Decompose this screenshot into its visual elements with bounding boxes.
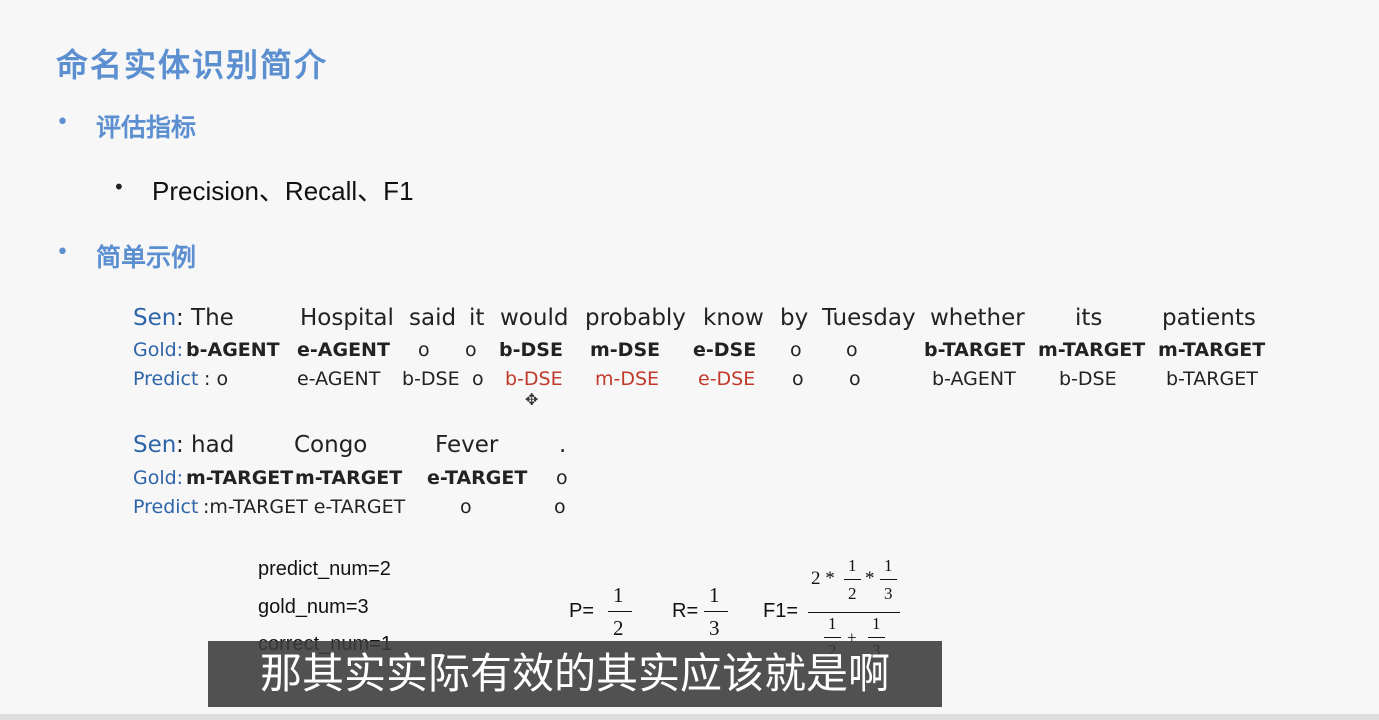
gold-tag: m-DSE [590, 339, 661, 361]
gold-tag: b-AGENT [186, 339, 280, 361]
predict-tag-match: m-DSE [595, 368, 660, 390]
precision-label: P= [569, 600, 595, 622]
sen-word: Fever [435, 432, 499, 458]
precision-fraction-bar [608, 611, 632, 612]
sen-label: Sen [133, 305, 177, 331]
sen-word: probably [585, 305, 686, 331]
gold-tag: o [418, 339, 430, 361]
predict-tag: : o [204, 368, 229, 390]
bullet-simple-example: 简单示例 [96, 243, 197, 272]
f1-top-mid: * [865, 568, 875, 589]
gold-label: Gold: [133, 467, 184, 489]
gold-tag: m-TARGET [295, 467, 403, 489]
predict-label: Predict [133, 368, 199, 390]
predict-tag: b-DSE [402, 368, 460, 390]
gold-tag: e-AGENT [297, 339, 390, 361]
slide: 命名实体识别简介 • 评估指标 • Precision、Recall、F1 • … [0, 0, 1379, 720]
predict-tag: b-AGENT [932, 368, 1016, 390]
f1-bot-b-bar [868, 637, 885, 638]
gold-num: gold_num=3 [258, 596, 369, 618]
mouse-cursor-icon: ✥ [525, 390, 539, 409]
sen-word: whether [930, 305, 1025, 331]
predict-tag: o [554, 496, 566, 518]
sen-word: : had [176, 432, 235, 458]
sen-word: Congo [294, 432, 368, 458]
sen-word: would [500, 305, 569, 331]
predict-tag-match: e-DSE [698, 368, 756, 390]
gold-tag: m-TARGET [1038, 339, 1146, 361]
gold-tag: o [790, 339, 802, 361]
recall-denominator: 3 [709, 616, 720, 640]
gold-tag: m-TARGET [1158, 339, 1266, 361]
f1-top-prefix: 2 * [811, 568, 835, 589]
predict-tag: :m-TARGET e-TARGET [203, 496, 406, 518]
sub-bullet-dot-icon: • [113, 175, 125, 199]
predict-tag: o [792, 368, 804, 390]
gold-tag: o [465, 339, 477, 361]
f1-bot-a-bar [824, 637, 841, 638]
predict-tag-match: b-DSE [505, 368, 563, 390]
gold-tag: b-DSE [499, 339, 563, 361]
sen-word: Hospital [300, 305, 394, 331]
sen-word: said [409, 305, 457, 331]
precision-numerator: 1 [613, 583, 624, 607]
predict-num: predict_num=2 [258, 558, 391, 580]
sen-word: know [703, 305, 764, 331]
gold-tag: o [556, 467, 568, 489]
gold-tag: o [846, 339, 858, 361]
predict-label: Predict [133, 496, 199, 518]
predict-tag: o [472, 368, 484, 390]
bullet-evaluation-metrics: 评估指标 [96, 113, 197, 142]
f1-top-a-num: 1 [848, 556, 857, 575]
slide-title: 命名实体识别简介 [56, 46, 329, 84]
sen-word: it [469, 305, 485, 331]
f1-bot-b-num: 1 [872, 614, 881, 633]
gold-tag: e-DSE [693, 339, 757, 361]
sen-word: patients [1162, 305, 1256, 331]
f1-label: F1= [763, 600, 799, 622]
metrics-list: Precision、Recall、F1 [152, 176, 414, 206]
gold-tag: m-TARGET [186, 467, 294, 489]
predict-tag: o [849, 368, 861, 390]
recall-label: R= [672, 600, 699, 622]
sen-word: by [780, 305, 809, 331]
sen-label: Sen [133, 432, 177, 458]
predict-tag: e-AGENT [297, 368, 381, 390]
sen-word: : The [176, 305, 234, 331]
f1-top-b-den: 3 [884, 584, 893, 603]
gold-tag: b-TARGET [924, 339, 1026, 361]
recall-fraction-bar [704, 611, 728, 612]
video-subtitle: 那其实实际有效的其实应该就是啊 [259, 649, 890, 698]
precision-denominator: 2 [613, 616, 624, 640]
f1-top-b-bar [880, 579, 897, 580]
predict-tag: o [460, 496, 472, 518]
bullet-dot-icon: • [56, 110, 69, 135]
bottom-edge [0, 714, 1379, 720]
f1-top-a-bar [844, 579, 861, 580]
sen-word: . [559, 432, 567, 458]
predict-tag: b-DSE [1059, 368, 1117, 390]
sen-word: Tuesday [822, 305, 916, 331]
gold-tag: e-TARGET [427, 467, 528, 489]
f1-top-b-num: 1 [884, 556, 893, 575]
predict-tag: b-TARGET [1166, 368, 1258, 390]
f1-top-a-den: 2 [848, 584, 857, 603]
f1-main-fraction-bar [808, 612, 900, 613]
bullet-dot-icon: • [56, 240, 69, 265]
f1-bot-a-num: 1 [828, 614, 837, 633]
recall-numerator: 1 [709, 583, 720, 607]
gold-label: Gold: [133, 339, 184, 361]
sen-word: its [1075, 305, 1103, 331]
